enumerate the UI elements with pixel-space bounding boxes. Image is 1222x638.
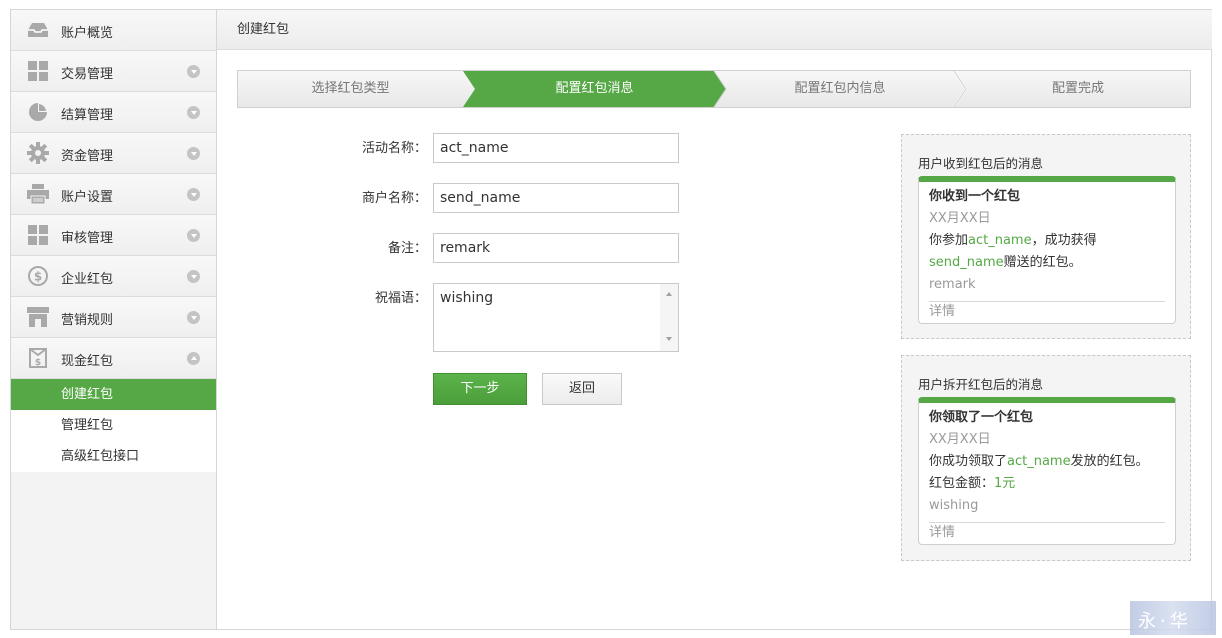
sidebar-item-cash-redpacket[interactable]: $ 现金红包	[11, 338, 216, 379]
sidebar-item-funds[interactable]: 资金管理	[11, 133, 216, 174]
chevron-down-icon[interactable]	[187, 311, 200, 324]
act-name-input[interactable]: act_name	[433, 133, 679, 163]
remark-input[interactable]: remark	[433, 233, 679, 263]
remark-label: 备注：	[387, 241, 427, 256]
sidebar-subitem-advanced-api[interactable]: 高级红包接口	[11, 441, 216, 472]
gear-icon	[27, 142, 49, 164]
step-complete: 配置完成	[1051, 81, 1104, 96]
sidebar-item-enterprise-redpacket[interactable]: $ 企业红包	[11, 256, 216, 297]
sidebar-item-settlement[interactable]: 结算管理	[11, 92, 216, 133]
card-remark: remark	[929, 277, 976, 292]
svg-text:$: $	[34, 270, 42, 284]
wishing-text: wishing	[440, 290, 494, 306]
printer-icon	[27, 184, 49, 204]
step-select-type: 选择红包类型	[311, 81, 390, 96]
next-button[interactable]: 下一步	[433, 373, 527, 405]
sidebar-item-marketing-rules[interactable]: 营销规则	[11, 297, 216, 338]
watermark-logo: 永·华	[1130, 601, 1216, 635]
inbox-icon	[27, 20, 49, 40]
grid-icon	[27, 225, 49, 245]
card-text: 发放的红包。	[1070, 454, 1149, 469]
received-message-card: 你收到一个红包 XX月XX日 你参加act_name，成功获得 send_nam…	[918, 176, 1176, 324]
sidebar-item-account-overview[interactable]: 账户概览	[11, 10, 216, 51]
chevron-down-icon[interactable]	[187, 229, 200, 242]
preview-received-panel: 用户收到红包后的消息 你收到一个红包 XX月XX日 你参加act_name，成功…	[901, 134, 1191, 339]
money-bag-icon: $	[27, 348, 49, 368]
card-amount: 红包金额：1元	[929, 473, 1165, 495]
store-icon	[27, 307, 49, 327]
back-button[interactable]: 返回	[542, 373, 622, 405]
sidebar-item-label: 交易管理	[61, 67, 114, 82]
preview-opened-panel: 用户拆开红包后的消息 你领取了一个红包 XX月XX日 你成功领取了act_nam…	[901, 355, 1191, 561]
card-date: XX月XX日	[929, 432, 991, 447]
step-progress: 选择红包类型 配置红包消息 配置红包内信息 配置完成	[237, 70, 1191, 108]
chevron-down-icon[interactable]	[187, 106, 200, 119]
page-title: 创建红包	[217, 10, 1212, 50]
main-content: 创建红包 选择红包类型 配置红包消息 配置红包内信息 配置完成 活动名称： ac…	[217, 10, 1212, 629]
card-text: 你参加	[929, 233, 969, 248]
sidebar-item-label: 账户概览	[61, 26, 114, 41]
send-name-label: 商户名称：	[361, 191, 427, 206]
card-title: 你领取了一个红包	[929, 410, 1034, 425]
card-line-1: 你参加act_name，成功获得	[929, 230, 1165, 252]
card-title: 你收到一个红包	[929, 189, 1021, 204]
chevron-down-icon[interactable]	[187, 270, 200, 283]
sidebar-item-audit[interactable]: 审核管理	[11, 215, 216, 256]
send-name-token: send_name	[929, 255, 1004, 270]
card-text: 赠送的红包。	[1003, 255, 1082, 270]
pie-chart-icon	[27, 102, 49, 122]
amount-value: 1元	[994, 476, 1016, 491]
sidebar: 账户概览 交易管理 结算管理 资金管理 账户设置 审核管理 $ 企业红包 营销规…	[11, 10, 217, 629]
sidebar-submenu: 创建红包 管理红包 高级红包接口	[11, 379, 216, 472]
dollar-coin-icon: $	[27, 266, 49, 286]
card-text: 你成功领取了	[929, 454, 1008, 469]
chevron-down-icon[interactable]	[187, 188, 200, 201]
textarea-scrollbar[interactable]	[660, 284, 678, 351]
sidebar-item-account-settings[interactable]: 账户设置	[11, 174, 216, 215]
sidebar-item-label: 企业红包	[61, 272, 114, 287]
sidebar-item-transactions[interactable]: 交易管理	[11, 51, 216, 92]
scroll-up-icon[interactable]	[666, 292, 672, 296]
card-wishing: wishing	[929, 498, 979, 513]
card-detail-link[interactable]: 详情	[929, 302, 1165, 322]
send-name-input[interactable]: send_name	[433, 183, 679, 213]
preview-opened-title: 用户拆开红包后的消息	[918, 377, 1044, 392]
grid-icon	[27, 61, 49, 81]
card-line-1: 你成功领取了act_name发放的红包。	[929, 451, 1165, 473]
act-name-label: 活动名称：	[361, 141, 427, 156]
card-detail-link[interactable]: 详情	[929, 523, 1165, 543]
amount-label: 红包金额：	[929, 476, 995, 491]
wishing-label: 祝福语：	[374, 291, 427, 306]
sidebar-item-label: 现金红包	[61, 354, 114, 369]
card-date: XX月XX日	[929, 211, 991, 226]
act-name-token: act_name	[1007, 454, 1071, 469]
wishing-textarea[interactable]: wishing	[433, 283, 679, 352]
sidebar-item-label: 结算管理	[61, 108, 114, 123]
scroll-down-icon[interactable]	[666, 337, 672, 341]
sidebar-item-label: 营销规则	[61, 313, 114, 328]
step-configure-message: 配置红包消息	[555, 81, 634, 96]
preview-received-title: 用户收到红包后的消息	[918, 156, 1044, 171]
sidebar-item-label: 资金管理	[61, 149, 114, 164]
act-name-token: act_name	[968, 233, 1032, 248]
sidebar-item-label: 账户设置	[61, 190, 114, 205]
svg-text:$: $	[35, 358, 41, 368]
chevron-down-icon[interactable]	[187, 65, 200, 78]
card-line-2: send_name赠送的红包。	[929, 252, 1165, 274]
opened-message-card: 你领取了一个红包 XX月XX日 你成功领取了act_name发放的红包。 红包金…	[918, 397, 1176, 545]
sidebar-item-label: 审核管理	[61, 231, 114, 246]
sidebar-subitem-manage-redpacket[interactable]: 管理红包	[11, 410, 216, 441]
chevron-down-icon[interactable]	[187, 147, 200, 160]
card-text: ，成功获得	[1031, 233, 1097, 248]
app-frame: 账户概览 交易管理 结算管理 资金管理 账户设置 审核管理 $ 企业红包 营销规…	[10, 9, 1212, 630]
sidebar-subitem-create-redpacket[interactable]: 创建红包	[11, 379, 216, 410]
chevron-up-icon[interactable]	[187, 352, 200, 365]
step-configure-content: 配置红包内信息	[794, 81, 886, 96]
